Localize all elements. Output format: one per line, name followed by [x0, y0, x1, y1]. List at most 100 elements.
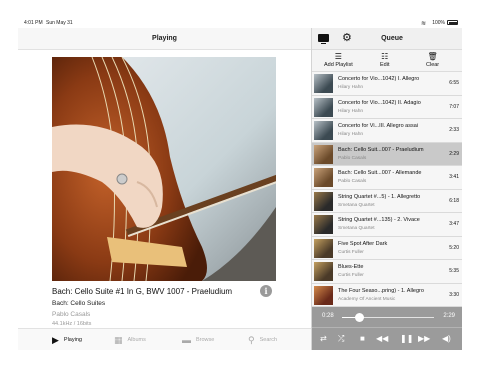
queue-item-artist: Hilary Hahn — [338, 85, 364, 90]
queue-row[interactable]: Bach: Cello Suit...007 - Praeludium Pablo… — [312, 142, 462, 166]
queue-item-artist: Hilary Hahn — [338, 132, 364, 137]
play-icon: ▶ — [52, 334, 59, 345]
queue-item-duration: 5:35 — [449, 268, 459, 274]
queue-item-title: Bach: Cello Suit...007 - Allemande — [338, 170, 422, 176]
queue-item-artist: Pablo Casals — [338, 155, 367, 161]
status-time: 4:01 PM — [24, 20, 43, 26]
album-thumbnail — [314, 97, 333, 117]
tab-label: Search — [259, 337, 278, 343]
queue-item-duration: 2:33 — [449, 127, 459, 133]
album-thumbnail — [314, 121, 333, 140]
queue-item-title: Five Spot After Dark — [338, 240, 388, 247]
album-thumbnail — [314, 144, 333, 164]
queue-item-duration: 3:47 — [449, 221, 459, 227]
queue-item-artist: Curtis Fuller — [338, 249, 364, 255]
queue-item-artist: Smetana Quartet — [338, 226, 375, 231]
queue-item-title: The Four Seaso...pring) - 1. Allegro — [338, 287, 424, 294]
queue-item-duration: 7:07 — [449, 103, 459, 110]
queue-item-artist: Smetana Quartet — [338, 202, 375, 208]
track-format: 44.1kHz / 16bits — [52, 321, 92, 327]
queue-item-title: Bach: Cello Suit...007 - Praeludium — [338, 146, 424, 153]
queue-pane: ⚙ Queue ☰ Add Playlist ☷ Edit 🗑 Clear Co… — [311, 28, 462, 350]
action-label: Add Playlist — [324, 62, 353, 68]
folder-icon: ▬ — [182, 335, 191, 345]
album-thumbnail — [314, 285, 333, 305]
album-thumbnail — [314, 191, 333, 211]
queue-row[interactable]: Bach: Cello Suit...007 - Allemande Pablo … — [312, 166, 462, 190]
queue-item-artist: Hilary Hahn — [338, 108, 364, 114]
edit-list-icon: ☷ — [381, 52, 389, 61]
album-thumbnail — [314, 74, 333, 93]
transport-controls: ⇄ ⤮ ■ ◀◀ ❚❚ ▶▶ ◀) — [312, 327, 462, 350]
clear-button[interactable]: 🗑 Clear — [426, 52, 439, 68]
action-label: Edit — [380, 62, 390, 68]
album-thumbnail — [314, 168, 333, 187]
queue-title: Queue — [381, 35, 403, 42]
action-label: Clear — [426, 62, 440, 68]
queue-row[interactable]: Concerto for Vi...III. Allegro assai Hila… — [312, 119, 462, 143]
queue-item-title: Blues-Ette — [338, 264, 364, 270]
now-playing-pane: Playing Bach: Cello Suite #1 In G, BWV 1… — [18, 28, 311, 350]
track-album[interactable]: Bach: Cello Suites — [52, 300, 105, 307]
queue-item-title: Concerto for Vio...1042) I. Allegro — [338, 76, 420, 82]
album-thumbnail — [314, 238, 333, 258]
queue-item-duration: 6:18 — [449, 197, 459, 204]
queue-row[interactable]: Blues-Ette Curtis Fuller 5:35 — [312, 260, 462, 284]
tab-label: Browse — [196, 337, 215, 343]
battery-percent: 100% — [432, 20, 445, 26]
pause-icon[interactable]: ❚❚ — [400, 333, 413, 345]
track-title: Bach: Cello Suite #1 In G, BWV 1007 - Pr… — [52, 287, 233, 296]
album-thumbnail — [314, 262, 333, 281]
queue-item-artist: Academy Of Ancient Music — [338, 296, 396, 302]
album-thumbnail — [314, 215, 333, 234]
add-playlist-icon: ☰ — [334, 52, 342, 61]
tab-label: Albums — [127, 337, 146, 343]
progress-bar: 0:28 2:29 — [312, 307, 462, 327]
tab-browse[interactable]: ▬ Browse — [182, 329, 214, 350]
status-bar: 4:01 PM Sun May 31 ≋ 100% — [18, 18, 462, 28]
queue-row[interactable]: Concerto for Vio...1042) II. Adagio Hilar… — [312, 95, 462, 119]
queue-row[interactable]: Five Spot After Dark Curtis Fuller 5:20 — [312, 236, 462, 260]
queue-item-duration: 2:29 — [449, 150, 459, 157]
total-time: 2:29 — [443, 313, 455, 319]
queue-item-title: String Quartet #...135) - 2. Vivace — [338, 217, 420, 223]
queue-row[interactable]: String Quartet #...135) - 2. Vivace Smeta… — [312, 213, 462, 237]
queue-header: ⚙ Queue — [312, 28, 462, 50]
seek-knob[interactable] — [354, 312, 364, 322]
queue-item-title: Concerto for Vio...1042) II. Adagio — [338, 99, 421, 106]
edit-button[interactable]: ☷ Edit — [380, 52, 389, 68]
previous-icon[interactable]: ◀◀ — [376, 333, 388, 345]
shuffle-icon[interactable]: ⤮ — [338, 333, 344, 345]
elapsed-time: 0:28 — [322, 313, 334, 319]
grid-icon: ▦ — [114, 334, 123, 345]
queue-row[interactable]: Concerto for Vio...1042) I. Allegro Hilar… — [312, 72, 462, 96]
track-artist[interactable]: Pablo Casals — [52, 311, 90, 318]
tab-search[interactable]: ⚲ Search — [248, 329, 277, 350]
tab-bar: ▶ Playing ▦ Albums ▬ Browse ⚲ Search — [18, 328, 311, 350]
queue-row[interactable]: The Four Seaso...pring) - 1. Allegro Acad… — [312, 283, 462, 307]
album-art — [52, 57, 276, 281]
queue-row[interactable]: String Quartet #...5) - 1. Allegretto Sme… — [312, 189, 462, 213]
tab-label: Playing — [63, 337, 82, 343]
queue-item-duration: 3:30 — [449, 291, 459, 298]
queue-item-duration: 6:55 — [449, 80, 459, 86]
info-button[interactable]: i — [260, 285, 272, 297]
search-icon: ⚲ — [248, 334, 255, 345]
queue-item-title: String Quartet #...5) - 1. Allegretto — [338, 193, 421, 200]
queue-list: Concerto for Vio...1042) I. Allegro Hilar… — [312, 72, 462, 307]
volume-icon[interactable]: ◀) — [442, 333, 451, 345]
tab-playing[interactable]: ▶ Playing — [52, 329, 82, 350]
queue-item-duration: 5:20 — [449, 244, 459, 251]
queue-item-duration: 3:41 — [449, 174, 459, 180]
tab-albums[interactable]: ▦ Albums — [114, 329, 146, 350]
queue-item-artist: Pablo Casals — [338, 179, 367, 184]
battery-icon — [447, 20, 458, 25]
stop-icon[interactable]: ■ — [360, 333, 365, 345]
add-playlist-button[interactable]: ☰ Add Playlist — [324, 52, 353, 68]
page-title: Playing — [18, 28, 311, 50]
app-window: 4:01 PM Sun May 31 ≋ 100% Playing Bach: … — [18, 18, 462, 350]
queue-item-artist: Curtis Fuller — [338, 273, 364, 278]
trash-icon: 🗑 — [427, 52, 438, 61]
repeat-icon[interactable]: ⇄ — [320, 333, 327, 345]
next-icon[interactable]: ▶▶ — [418, 333, 430, 345]
